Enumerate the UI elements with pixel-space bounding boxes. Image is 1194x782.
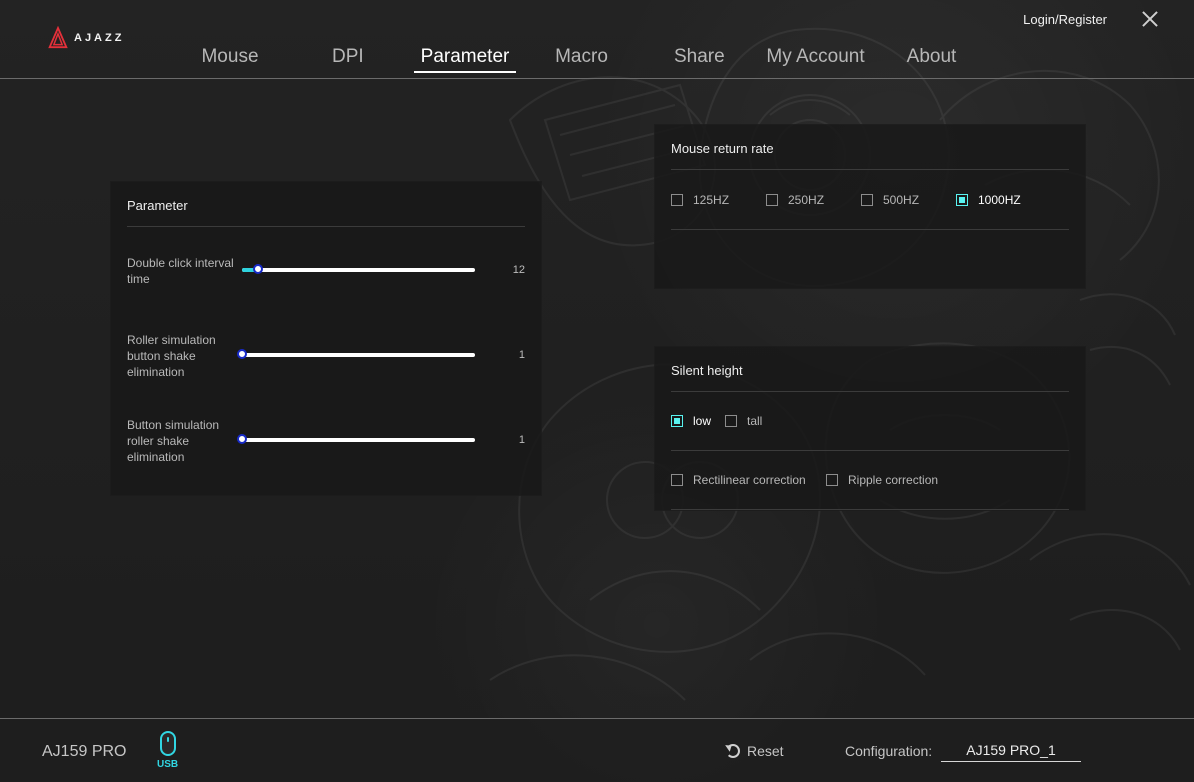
reset-icon bbox=[726, 744, 740, 758]
rate-option-label: 1000HZ bbox=[978, 193, 1021, 207]
checkbox-icon[interactable] bbox=[956, 194, 968, 206]
tab-dpi[interactable]: DPI bbox=[332, 44, 364, 74]
parameter-panel-title: Parameter bbox=[127, 198, 188, 213]
parameter-title-divider bbox=[127, 226, 525, 227]
reset-button[interactable]: Reset bbox=[726, 743, 784, 759]
double-click-interval-value: 12 bbox=[512, 264, 525, 276]
login-register-link[interactable]: Login/Register bbox=[1023, 12, 1107, 27]
checkbox-icon[interactable] bbox=[766, 194, 778, 206]
mouse-return-rate-panel: Mouse return rate 125HZ 250HZ 500HZ 1000… bbox=[654, 124, 1086, 289]
parameter-panel: Parameter Double click interval time 12 … bbox=[110, 181, 542, 496]
tab-my-account[interactable]: My Account bbox=[764, 44, 867, 74]
top-navigation-bar: AJAZZ Mouse DPI Parameter Macro Share My… bbox=[0, 0, 1194, 79]
silent-height-tall-option[interactable]: tall bbox=[725, 414, 762, 428]
silent-height-title: Silent height bbox=[671, 363, 743, 378]
mouse-return-rate-title: Mouse return rate bbox=[671, 141, 774, 156]
checkbox-icon[interactable] bbox=[826, 474, 838, 486]
tab-share[interactable]: Share bbox=[674, 44, 725, 74]
checkbox-icon[interactable] bbox=[671, 194, 683, 206]
rectilinear-correction-option[interactable]: Rectilinear correction bbox=[671, 473, 806, 487]
rate-option-label: 125HZ bbox=[693, 193, 730, 207]
close-icon[interactable] bbox=[1141, 10, 1159, 28]
button-simulation-label: Button simulation roller shake eliminati… bbox=[127, 418, 220, 464]
usb-connection-label: USB bbox=[157, 759, 179, 770]
silent-height-title-divider bbox=[671, 391, 1069, 392]
rate-option-125hz[interactable]: 125HZ bbox=[671, 193, 729, 207]
silent-height-panel: Silent height low tall Rectilinear corre… bbox=[654, 346, 1086, 511]
main-tabs: Mouse DPI Parameter Macro Share My Accou… bbox=[176, 44, 976, 74]
silent-height-options-divider bbox=[671, 450, 1069, 451]
silent-height-bottom-divider bbox=[671, 509, 1069, 510]
brand-logo: AJAZZ bbox=[48, 25, 124, 51]
double-click-interval-slider[interactable] bbox=[242, 262, 475, 278]
checkbox-icon[interactable] bbox=[671, 474, 683, 486]
rate-option-1000hz[interactable]: 1000HZ bbox=[956, 193, 1021, 207]
reset-label: Reset bbox=[747, 743, 784, 759]
mouse-icon bbox=[160, 731, 176, 756]
button-simulation-slider[interactable] bbox=[237, 432, 475, 448]
double-click-interval-label: Double click interval time bbox=[127, 256, 234, 286]
device-name: AJ159 PRO bbox=[42, 743, 127, 760]
app-window: AJAZZ Mouse DPI Parameter Macro Share My… bbox=[0, 0, 1194, 782]
slider-thumb[interactable] bbox=[237, 349, 247, 359]
slider-track bbox=[242, 438, 475, 442]
correction-option-label: Rectilinear correction bbox=[693, 473, 806, 487]
return-rate-options-divider bbox=[671, 229, 1069, 230]
tab-about[interactable]: About bbox=[905, 44, 958, 74]
return-rate-title-divider bbox=[671, 169, 1069, 170]
configuration-selector[interactable]: AJ159 PRO_1 bbox=[941, 741, 1081, 762]
slider-thumb[interactable] bbox=[253, 264, 264, 274]
tab-parameter[interactable]: Parameter bbox=[414, 44, 516, 74]
footer-status-bar: AJ159 PRO USB Reset Configuration: AJ159… bbox=[0, 718, 1194, 782]
ripple-correction-option[interactable]: Ripple correction bbox=[826, 473, 938, 487]
checkbox-icon[interactable] bbox=[725, 415, 737, 427]
rate-option-label: 500HZ bbox=[883, 193, 920, 207]
ajazz-logo-icon bbox=[48, 26, 68, 49]
correction-option-label: Ripple correction bbox=[848, 473, 939, 487]
configuration-label: Configuration: bbox=[845, 743, 933, 759]
button-simulation-value: 1 bbox=[518, 434, 525, 446]
tab-macro[interactable]: Macro bbox=[554, 44, 609, 74]
checkbox-icon[interactable] bbox=[861, 194, 873, 206]
slider-track bbox=[242, 268, 475, 272]
rate-option-500hz[interactable]: 500HZ bbox=[861, 193, 919, 207]
silent-height-low-option[interactable]: low bbox=[671, 414, 711, 428]
roller-simulation-label: Roller simulation button shake eliminati… bbox=[127, 333, 216, 379]
roller-simulation-slider[interactable] bbox=[237, 347, 475, 363]
tab-mouse[interactable]: Mouse bbox=[201, 44, 259, 74]
brand-name: AJAZZ bbox=[74, 32, 125, 44]
slider-track bbox=[242, 353, 475, 357]
silent-height-option-label: tall bbox=[747, 414, 763, 428]
roller-simulation-value: 1 bbox=[518, 349, 525, 361]
slider-thumb[interactable] bbox=[237, 434, 247, 444]
silent-height-option-label: low bbox=[693, 414, 712, 428]
rate-option-label: 250HZ bbox=[788, 193, 825, 207]
rate-option-250hz[interactable]: 250HZ bbox=[766, 193, 824, 207]
checkbox-icon[interactable] bbox=[671, 415, 683, 427]
